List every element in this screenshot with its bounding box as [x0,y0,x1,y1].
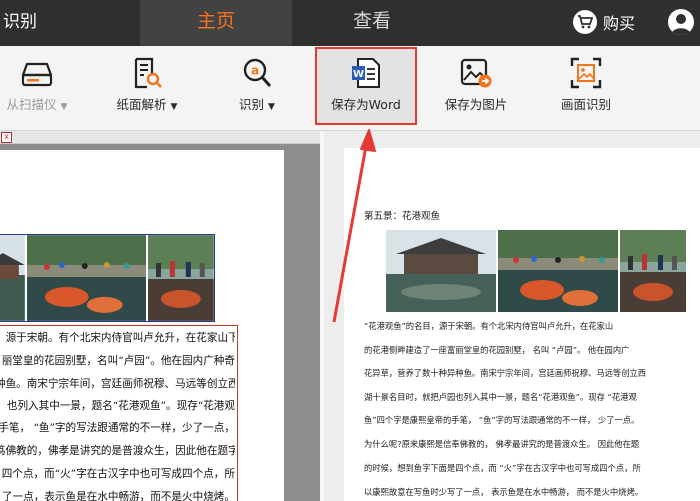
ocr-search-icon: a [243,58,272,87]
word-file-icon: W [352,58,380,88]
result-heading: 第五景：花港观鱼 [364,211,441,222]
from-scanner-button[interactable]: 从扫描仪 ▼ [0,46,82,130]
result-text-line: 湖十景名目时，就把卢园也列入其中一景，题名“花港观鱼”。现存 “花港观 [364,392,637,402]
result-text-line: 的时候，想到鱼字下面是四个点，而 “火”字在古汉字中也可写成四个点，所 [364,463,641,473]
koi-pond-photo [26,235,147,321]
save-as-word-label: 保存为Word [331,97,401,112]
source-text-line: 了一点，表示鱼是在水中畅游，而不是火中烧烤。 [1,491,235,501]
ocr-text-region[interactable]: ，源于宋朝。有个北宋内侍官叫卢允升，在花家山下 丽堂皇的花园别墅，名叫“卢园”。… [0,325,238,501]
photo-strip [0,234,215,322]
close-tab-icon[interactable]: x [1,132,12,143]
result-page: 第五景：花港观鱼 “花港观鱼”的名目，源于宋朝。有个北宋内侍官叫卢允升，在花家山… [344,148,700,501]
top-navigation-bar: 识别 主页 查看 购买 [0,0,700,46]
buy-button[interactable]: 购买 [573,7,635,37]
document-search-icon [134,57,162,89]
tab-home[interactable]: 主页 [140,0,292,46]
svg-text:W: W [353,69,364,80]
page-analysis-label: 纸面解析 [116,97,167,112]
recognize-button[interactable]: a 识别 ▼ [212,46,302,130]
tab-view[interactable]: 查看 [292,0,452,46]
save-as-image-button[interactable]: 保存为图片 [428,46,524,130]
screen-recognize-label: 画面识别 [560,97,611,112]
source-text-line: 四个点，而“火”字在古汉字中也可写成四个点，所 [1,468,235,480]
dropdown-arrow-icon: ▼ [268,102,275,112]
source-page: ，源于宋朝。有个北宋内侍官叫卢允升，在花家山下 丽堂皇的花园别墅，名叫“卢园”。… [0,150,284,501]
source-text-line: 也列入其中一景，题名“花港观鱼”。现存“花港观 [6,400,235,412]
pavilion-photo [386,230,496,312]
visitors-photo [148,235,215,321]
page-analysis-button[interactable]: 纸面解析 ▼ [100,46,194,130]
document-tab-strip: x [0,131,320,144]
result-text-line: 以康熙故意在写鱼时少写了一点， 表示鱼是在水中畅游， 而不是火中烧烤。 [364,487,644,497]
cart-icon [573,10,597,34]
source-text-line: ，源于宋朝。有个北宋内侍官叫卢允升，在花家山下 [0,332,235,344]
save-as-image-label: 保存为图片 [444,97,508,112]
result-pane[interactable]: 第五景：花港观鱼 “花港观鱼”的名目，源于宋朝。有个北宋内侍官叫卢允升，在花家山… [324,131,700,501]
result-text-line: 的花港侧畔建造了一座富丽堂皇的花园别墅， 名叫 “卢园”。 他在园内广 [364,345,630,355]
app-title: 识别 [3,12,37,32]
dropdown-arrow-icon: ▼ [60,102,68,112]
screen-capture-icon [570,57,602,89]
result-photo-strip [386,230,686,312]
dropdown-arrow-icon: ▼ [170,102,178,112]
visitors-photo [620,230,686,312]
source-text-line: 丽堂皇的花园别墅，名叫“卢园”。他在园内广种奇 [1,355,235,367]
scanner-icon [21,62,53,87]
buy-label: 购买 [603,14,636,33]
source-image-pane[interactable]: ，源于宋朝。有个北宋内侍官叫卢允升，在花家山下 丽堂皇的花园别墅，名叫“卢园”。… [0,144,320,501]
pavilion-photo [0,235,25,321]
source-text-line: 笃佛教的，佛孝是讲究的是普渡众生，因此他在题字 [0,445,235,457]
from-scanner-label: 从扫描仪 [6,97,57,112]
result-text-line: 花异草，营养了数十种异种鱼。南宋宁宗年间，宫廷画师祝穆、马远等创立西 [364,368,647,378]
result-text-line: “花港观鱼”的名目，源于宋朝。有个北宋内侍官叫卢允升，在花家山 [364,321,614,331]
result-text-line: 鱼”四个字是康熙皇帝的手笔， “鱼”字的写法跟通常的不一样， 少了一点。 [364,415,640,425]
source-text-line: 种鱼。南宋宁宗年间，宫廷画师祝穆、马远等创立西 [0,378,235,390]
source-text-line: 手笔， “鱼”字的写法跟通常的不一样，少了一点， [0,422,235,434]
screen-recognize-button[interactable]: 画面识别 [540,46,632,130]
save-image-icon [460,58,492,88]
koi-pond-photo [498,230,618,312]
save-as-word-button[interactable]: W 保存为Word [315,46,417,130]
svg-text:a: a [251,64,259,78]
result-text-line: 为什么呢?原来康熙是信奉佛教的， 佛孝最讲究的是普渡众生。 因此他在题 [364,439,640,449]
user-avatar-icon[interactable] [668,9,694,35]
recognize-label: 识别 [239,97,265,112]
